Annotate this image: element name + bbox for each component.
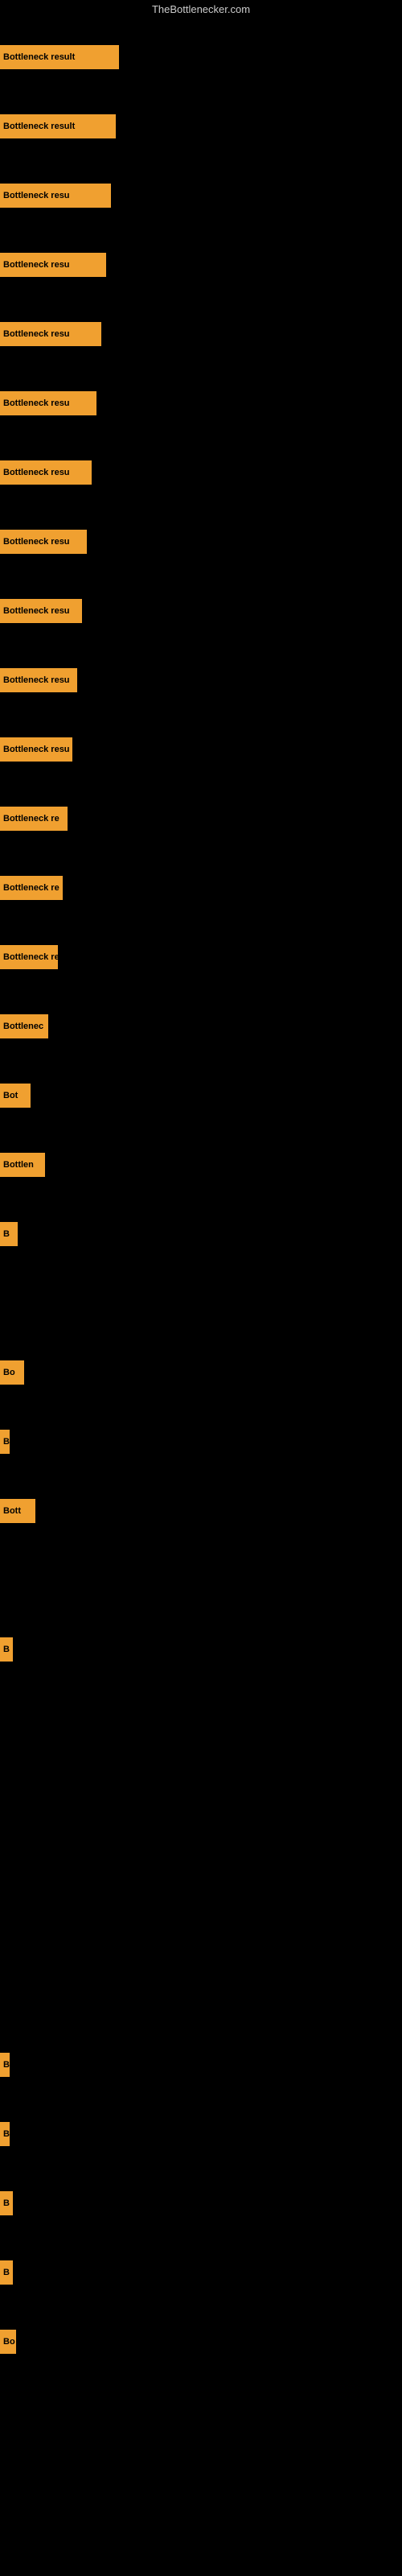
bottleneck-bar: B (0, 2260, 13, 2285)
bottleneck-bar: Bottleneck re (0, 807, 68, 831)
bottleneck-label: Bottlen (3, 1160, 34, 1170)
bottleneck-label: Bottleneck resu (3, 675, 70, 685)
bottleneck-bar: Bottleneck resu (0, 322, 101, 346)
bottleneck-bar: Bottlenec (0, 1014, 48, 1038)
bottleneck-label: Bo (3, 1368, 15, 1377)
bottleneck-label: B (3, 1229, 10, 1239)
bottleneck-bar: Bottleneck resu (0, 184, 111, 208)
bottleneck-label: Bottleneck re (3, 883, 59, 893)
bottleneck-label: B (3, 2060, 10, 2070)
bottleneck-label: Bottleneck resu (3, 329, 70, 339)
bottleneck-bar: Bottleneck resu (0, 530, 87, 554)
bottleneck-label: Bottleneck resu (3, 260, 70, 270)
bottleneck-bar: Bo (0, 1360, 24, 1385)
bottleneck-label: Bottleneck resu (3, 606, 70, 616)
bottleneck-bar: Bottleneck re (0, 876, 63, 900)
bottleneck-label: Bottleneck result (3, 52, 75, 62)
bottleneck-label: Bottleneck re (3, 952, 58, 962)
bottleneck-bar: Bot (0, 1084, 31, 1108)
bottleneck-bar: B (0, 2191, 13, 2215)
bottleneck-bar: Bottleneck resu (0, 599, 82, 623)
bottleneck-label: Bottleneck resu (3, 745, 70, 754)
bottleneck-bar: Bottleneck resu (0, 253, 106, 277)
bottleneck-bar: B (0, 1637, 13, 1662)
bottleneck-bar: Bottleneck resu (0, 391, 96, 415)
bottleneck-bar: Bo (0, 2330, 16, 2354)
bottleneck-label: Bottleneck re (3, 814, 59, 824)
bottleneck-bar: B (0, 2122, 10, 2146)
bottleneck-bar: Bottlen (0, 1153, 45, 1177)
bottleneck-bar: Bottleneck resu (0, 737, 72, 762)
bottleneck-label: B (3, 1437, 10, 1447)
bottleneck-label: Bo (3, 2337, 15, 2347)
bottleneck-label: Bottleneck result (3, 122, 75, 131)
bottleneck-bar: Bottleneck resu (0, 668, 77, 692)
bottleneck-bar: Bottleneck re (0, 945, 58, 969)
bottleneck-label: Bott (3, 1506, 21, 1516)
bottleneck-bar: B (0, 2053, 10, 2077)
bottleneck-bar: Bottleneck resu (0, 460, 92, 485)
bottleneck-label: B (3, 2198, 10, 2208)
site-title: TheBottlenecker.com (0, 0, 402, 19)
bottleneck-label: B (3, 2129, 10, 2139)
bottleneck-bar: Bottleneck result (0, 45, 119, 69)
bottleneck-bar: Bott (0, 1499, 35, 1523)
bottleneck-bar: B (0, 1430, 10, 1454)
bottleneck-label: Bot (3, 1091, 18, 1100)
bottleneck-label: Bottleneck resu (3, 398, 70, 408)
bottleneck-label: B (3, 2268, 10, 2277)
bottleneck-bar: Bottleneck result (0, 114, 116, 138)
bottleneck-label: B (3, 1645, 10, 1654)
bottleneck-label: Bottleneck resu (3, 537, 70, 547)
bottleneck-label: Bottlenec (3, 1022, 43, 1031)
bottleneck-label: Bottleneck resu (3, 191, 70, 200)
bottleneck-bar: B (0, 1222, 18, 1246)
bottleneck-label: Bottleneck resu (3, 468, 70, 477)
